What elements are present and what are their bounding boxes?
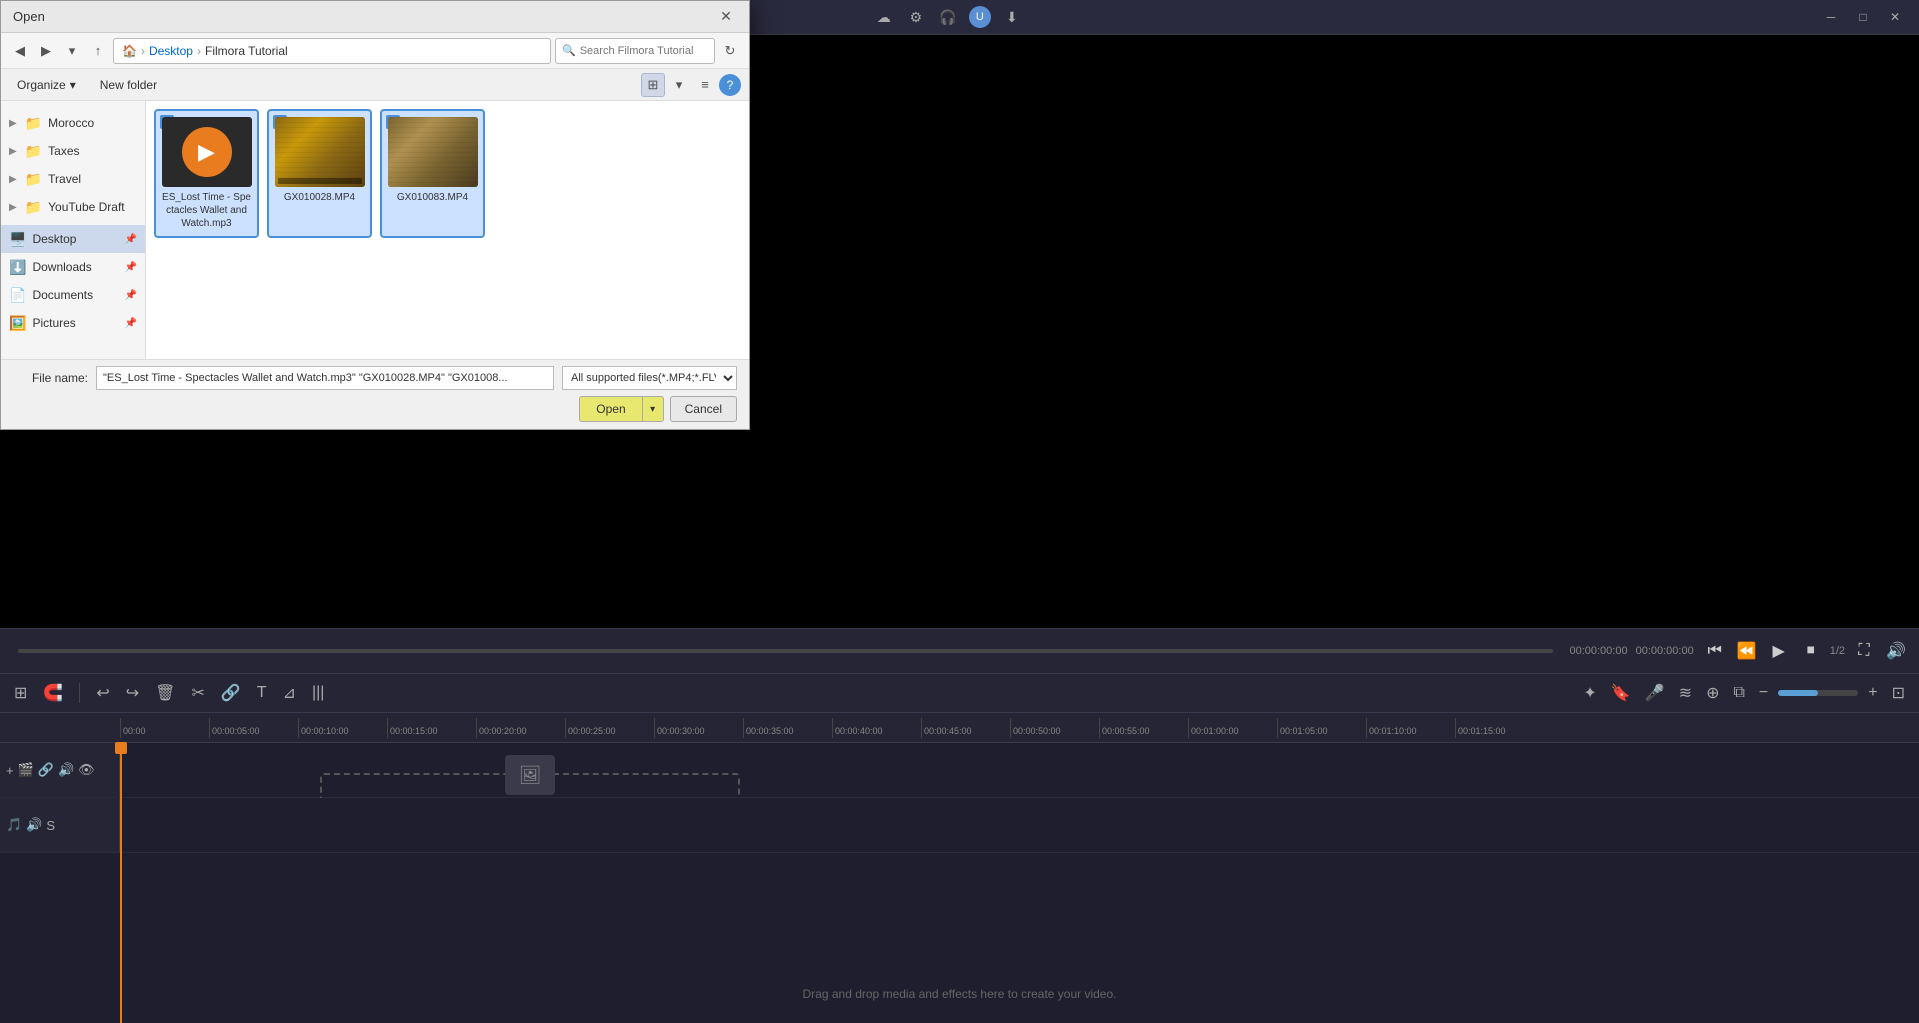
nav-back-button[interactable]: ◀ [9,40,31,62]
sidebar-folder-section: ▶ 📁 Morocco ▶ 📁 Taxes ▶ 📁 Travel [1,109,145,221]
search-input[interactable] [580,45,708,57]
breadcrumb-bar: 🏠 › Desktop › Filmora Tutorial [113,38,551,64]
file-thumb-video2 [388,117,478,187]
video-progress-bar [278,178,362,184]
dialog-view-buttons: ⊞ ▾ ≡ ? [641,73,741,97]
search-icon: 🔍 [562,44,576,57]
pin-icon: 📌 [125,234,137,245]
breadcrumb-desktop[interactable]: Desktop [149,44,193,58]
sidebar-places-section: 🖥️ Desktop 📌 ⬇️ Downloads 📌 📄 Documents … [1,225,145,337]
dialog-actions: Open ▾ Cancel [13,396,737,422]
sidebar-item-downloads[interactable]: ⬇️ Downloads 📌 [1,253,145,281]
file-name-video1: GX010028.MP4 [284,191,355,204]
sidebar-item-youtube-draft[interactable]: ▶ 📁 YouTube Draft [1,193,145,221]
dialog-toolbar: Organize ▾ New folder ⊞ ▾ ≡ ? [1,69,749,101]
video-thumb-visual-1 [275,117,365,187]
expand-icon: ▶ [9,202,17,213]
breadcrumb-home-icon: 🏠 [122,44,137,58]
documents-icon: 📄 [9,287,26,304]
open-dialog: Open ✕ ◀ ▶ ▾ ↑ 🏠 › Desktop › Filmora Tut… [0,0,750,430]
sidebar-label-desktop: Desktop [32,232,76,246]
folder-icon: 📁 [25,115,42,132]
video-overlay-1 [275,117,365,187]
expand-icon: ▶ [9,174,17,185]
open-dropdown-button[interactable]: ▾ [642,396,664,422]
view-dropdown-button[interactable]: ▾ [667,73,691,97]
sidebar-label-youtube-draft: YouTube Draft [48,200,125,214]
filename-label: File name: [13,371,88,385]
new-folder-label: New folder [100,78,157,92]
folder-icon: 📁 [25,171,42,188]
dialog-files[interactable]: ✓ ▶ ES_Lost Time - Spectacles Wallet and… [146,101,749,359]
sidebar-item-taxes[interactable]: ▶ 📁 Taxes [1,137,145,165]
view-details-button[interactable]: ≡ [693,73,717,97]
filename-row: File name: All supported files(*.MP4;*.F… [13,366,737,390]
open-btn-group: Open ▾ [579,396,663,422]
refresh-button[interactable]: ↻ [719,40,741,62]
pictures-icon: 🖼️ [9,315,26,332]
expand-icon: ▶ [9,146,17,157]
filename-input[interactable] [96,366,554,390]
filetype-select[interactable]: All supported files(*.MP4;*.FLV;... [562,366,737,390]
file-item-video1[interactable]: ✓ GX010028.MP4 [267,109,372,238]
dialog-addressbar: ◀ ▶ ▾ ↑ 🏠 › Desktop › Filmora Tutorial 🔍… [1,33,749,69]
file-name-video2: GX010083.MP4 [397,191,468,204]
sidebar-item-desktop[interactable]: 🖥️ Desktop 📌 [1,225,145,253]
file-item-audio[interactable]: ✓ ▶ ES_Lost Time - Spectacles Wallet and… [154,109,259,238]
dialog-title: Open [13,9,45,24]
sidebar-item-documents[interactable]: 📄 Documents 📌 [1,281,145,309]
view-thumbnails-button[interactable]: ⊞ [641,73,665,97]
video-overlay-2 [388,117,478,187]
dialog-titlebar: Open ✕ [1,1,749,33]
sidebar-item-travel[interactable]: ▶ 📁 Travel [1,165,145,193]
desktop-icon: 🖥️ [9,231,26,248]
sidebar-label-pictures: Pictures [32,316,75,330]
sidebar-label-downloads: Downloads [32,260,91,274]
organize-button[interactable]: Organize ▾ [9,73,84,97]
nav-forward-button[interactable]: ▶ [35,40,57,62]
sidebar-label-taxes: Taxes [48,144,79,158]
video-thumb-visual-2 [388,117,478,187]
folder-icon: 📁 [25,199,42,216]
nav-dropdown-button[interactable]: ▾ [61,40,83,62]
help-button[interactable]: ? [719,74,741,96]
folder-icon: 📁 [25,143,42,160]
file-item-video2[interactable]: ✓ GX010083.MP4 [380,109,485,238]
file-thumb-video1 [275,117,365,187]
pin-icon: 📌 [125,318,137,329]
dialog-body: ▶ 📁 Morocco ▶ 📁 Taxes ▶ 📁 Travel [1,101,749,359]
downloads-icon: ⬇️ [9,259,26,276]
file-name-audio: ES_Lost Time - Spectacles Wallet and Wat… [162,191,251,230]
sidebar-label-morocco: Morocco [48,116,94,130]
breadcrumb-sep-2: › [197,44,201,58]
sidebar-label-documents: Documents [32,288,93,302]
organize-dropdown-icon: ▾ [70,78,76,92]
audio-play-icon: ▶ [182,127,232,177]
dialog-bottombar: File name: All supported files(*.MP4;*.F… [1,359,749,429]
breadcrumb-current: Filmora Tutorial [205,44,288,58]
nav-up-button[interactable]: ↑ [87,40,109,62]
open-button[interactable]: Open [579,396,641,422]
sidebar-item-morocco[interactable]: ▶ 📁 Morocco [1,109,145,137]
search-box: 🔍 [555,38,715,64]
expand-icon: ▶ [9,118,17,129]
pin-icon: 📌 [125,290,137,301]
pin-icon: 📌 [125,262,137,273]
new-folder-button[interactable]: New folder [92,73,165,97]
breadcrumb-sep-1: › [141,44,145,58]
dialog-overlay: Open ✕ ◀ ▶ ▾ ↑ 🏠 › Desktop › Filmora Tut… [0,0,1919,1023]
sidebar-label-travel: Travel [48,172,81,186]
dialog-sidebar: ▶ 📁 Morocco ▶ 📁 Taxes ▶ 📁 Travel [1,101,146,359]
sidebar-item-pictures[interactable]: 🖼️ Pictures 📌 [1,309,145,337]
dialog-close-button[interactable]: ✕ [715,6,737,28]
organize-label: Organize [17,78,66,92]
file-thumb-audio: ▶ [162,117,252,187]
cancel-button[interactable]: Cancel [670,396,737,422]
